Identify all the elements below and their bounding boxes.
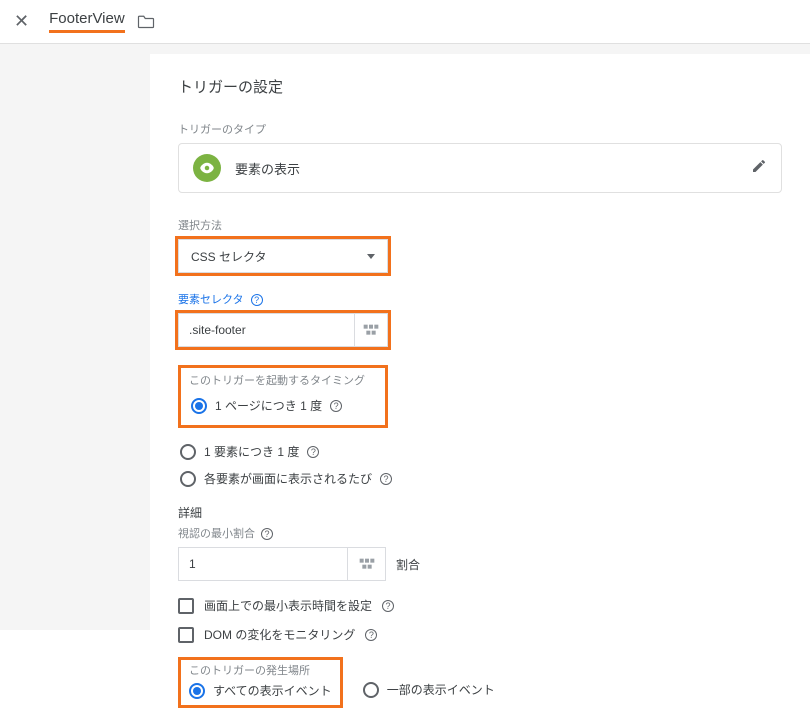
element-selector-label: 要素セレクタ ? (178, 291, 782, 307)
select-method-dropdown[interactable]: CSS セレクタ (178, 239, 388, 273)
trigger-type-value: 要素の表示 (235, 159, 300, 178)
help-icon[interactable]: ? (382, 600, 394, 612)
trigger-type-label: トリガーのタイプ (178, 121, 782, 137)
visibility-icon (193, 154, 221, 182)
select-method-label: 選択方法 (178, 217, 782, 233)
page-title: FooterView (49, 10, 125, 33)
fire-location-block: このトリガーの発生場所 すべての表示イベント 一部の表示イベント (178, 657, 782, 708)
page-body: トリガーの設定 トリガーのタイプ 要素の表示 選択方法 CSS セレクタ (0, 44, 810, 630)
dom-monitor-checkbox[interactable]: DOM の変化をモニタリング ? (178, 620, 782, 649)
trigger-type-row[interactable]: 要素の表示 (178, 143, 782, 193)
min-pct-input[interactable] (178, 547, 348, 581)
help-icon[interactable]: ? (251, 294, 263, 306)
min-pct-suffix: 割合 (396, 556, 420, 573)
timing-option-label: 1 ページにつき 1 度 (215, 397, 322, 414)
folder-icon[interactable] (137, 14, 155, 29)
timing-option-label: 各要素が画面に表示されるたび (204, 470, 372, 487)
help-icon[interactable]: ? (307, 446, 319, 458)
checkbox-label: 画面上での最小表示時間を設定 (204, 597, 372, 614)
edit-icon[interactable] (751, 158, 767, 179)
title-wrap: FooterView (49, 10, 155, 33)
checkbox-label: DOM の変化をモニタリング (204, 626, 355, 643)
fire-option-label: 一部の表示イベント (387, 681, 495, 698)
timing-label: このトリガーを起動するタイミング (189, 372, 377, 388)
min-pct-label: 視認の最小割合 ? (178, 525, 782, 541)
help-icon[interactable]: ? (330, 400, 342, 412)
element-selector-block: 要素セレクタ ? (178, 291, 782, 347)
select-method-value: CSS セレクタ (191, 248, 267, 265)
variable-picker-icon[interactable] (354, 313, 388, 347)
section-title: トリガーの設定 (178, 76, 782, 97)
details-heading: 詳細 (178, 504, 782, 521)
radio-icon (180, 471, 196, 487)
close-icon[interactable]: ✕ (14, 11, 29, 32)
help-icon[interactable]: ? (380, 473, 392, 485)
fire-option-some[interactable]: 一部の表示イベント (361, 676, 497, 703)
variable-picker-icon[interactable] (348, 547, 386, 581)
timing-option-once-per-page[interactable]: 1 ページにつき 1 度 ? (189, 392, 377, 419)
radio-icon (189, 683, 205, 699)
checkbox-icon (178, 627, 194, 643)
detail-checkboxes: 画面上での最小表示時間を設定 ? DOM の変化をモニタリング ? (178, 591, 782, 649)
radio-icon (180, 444, 196, 460)
chevron-down-icon (367, 254, 375, 259)
config-card: トリガーの設定 トリガーのタイプ 要素の表示 選択方法 CSS セレクタ (150, 54, 810, 718)
timing-block: このトリガーを起動するタイミング 1 ページにつき 1 度 ? 1 要素につき … (178, 365, 782, 492)
min-duration-checkbox[interactable]: 画面上での最小表示時間を設定 ? (178, 591, 782, 620)
help-icon[interactable]: ? (261, 528, 273, 540)
min-pct-row: 割合 (178, 547, 782, 581)
timing-highlighted: このトリガーを起動するタイミング 1 ページにつき 1 度 ? (178, 365, 388, 428)
radio-icon (191, 398, 207, 414)
timing-option-once-per-element[interactable]: 1 要素につき 1 度 ? (178, 438, 782, 465)
checkbox-icon (178, 598, 194, 614)
details-block: 詳細 視認の最小割合 ? 割合 (178, 504, 782, 581)
trigger-type-block: トリガーのタイプ 要素の表示 (178, 121, 782, 193)
help-icon[interactable]: ? (365, 629, 377, 641)
timing-option-every-time[interactable]: 各要素が画面に表示されるたび ? (178, 465, 782, 492)
select-method-block: 選択方法 CSS セレクタ (178, 217, 782, 273)
fire-location-highlight: このトリガーの発生場所 すべての表示イベント (178, 657, 343, 708)
top-bar: ✕ FooterView (0, 0, 810, 44)
timing-option-label: 1 要素につき 1 度 (204, 443, 299, 460)
fire-location-label: このトリガーの発生場所 (189, 662, 332, 678)
element-selector-field-wrap (178, 313, 388, 347)
element-selector-input[interactable] (178, 313, 354, 347)
fire-option-label: すべての表示イベント (213, 682, 332, 699)
fire-option-all[interactable]: すべての表示イベント (189, 680, 332, 701)
radio-icon (363, 682, 379, 698)
